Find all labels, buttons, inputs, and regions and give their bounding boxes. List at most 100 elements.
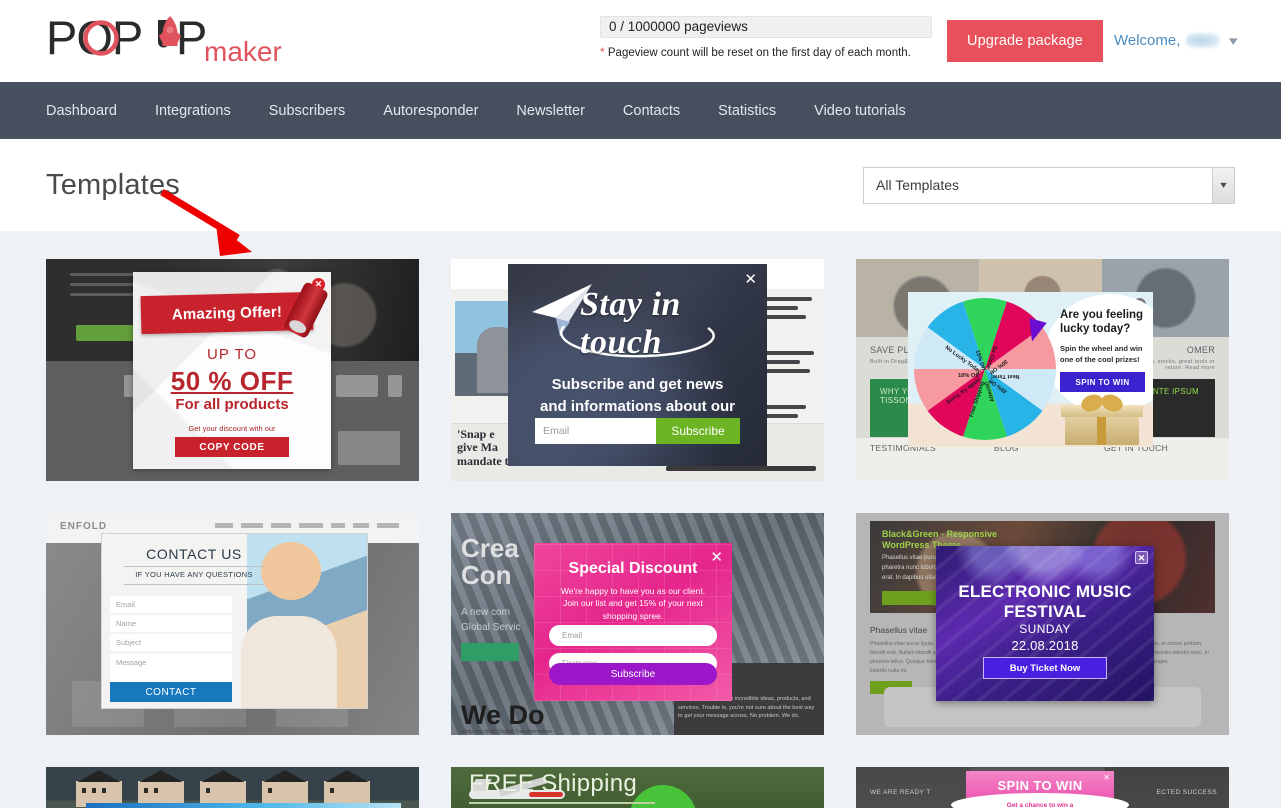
username-redacted — [1186, 33, 1221, 48]
asterisk-icon: * — [600, 45, 605, 59]
background-wedo: We Do — [461, 700, 545, 730]
free-word: FREE — [469, 770, 535, 797]
popup-preview-spin-pink: SPIN TO WIN Get a chance to win a big di… — [951, 771, 1129, 808]
templates-grid-partial-row: ✕ FREE Shipping On purchases of $80 ✕ WE… — [0, 767, 1281, 808]
close-icon[interactable]: ✕ — [1103, 773, 1110, 782]
ribbon-text: Amazing Offer! — [171, 303, 283, 323]
popup-subtitle-line1: Get a chance to win a — [1006, 802, 1074, 808]
popup-preview-night: ✕ — [86, 803, 401, 808]
template-filter-select[interactable]: All Templates ▾ — [863, 166, 1235, 204]
bg-heading-line1: Crea — [461, 533, 519, 563]
select-dropdown-button[interactable]: ▾ — [1212, 167, 1234, 203]
template-card-spin-to-win[interactable]: SAVE PLENTY OMER Built-in Drag&Drop Page… — [856, 259, 1229, 481]
subscribe-form: Email Subscribe — [535, 418, 740, 444]
template-card-night-houses[interactable]: ✕ — [46, 767, 419, 808]
template-card-music-festival[interactable]: Black&Green - Responsive WordPress Theme… — [856, 513, 1229, 735]
popup-subtitle-line2: Join our list and get 15% of your next — [563, 598, 703, 609]
popup-subtitle-line1: We're happy to have you as our client. — [560, 586, 706, 596]
bg-heading-line2: Con — [461, 560, 512, 591]
popup-subtitle: Get a chance to win a big discount! — [978, 801, 1102, 808]
background-banner-left: WE ARE READY T — [870, 789, 931, 796]
chevron-down-icon: ▾ — [1220, 179, 1227, 191]
offer-discount: 50 % OFF — [170, 366, 294, 396]
popup-preview-music-festival: ✕ ELECTRONIC MUSIC FESTIVAL SUNDAY 22.08… — [936, 546, 1154, 701]
popup-title: Special Discount — [568, 560, 698, 577]
close-icon[interactable]: ✕ — [1135, 551, 1148, 564]
subject-input[interactable]: Subject — [110, 634, 232, 651]
popup-script-title: Stay in touch — [580, 286, 681, 361]
chevron-down-icon[interactable]: ▾ — [1229, 34, 1238, 47]
subscribe-button[interactable]: Subscribe — [549, 663, 717, 685]
free-shipping-heading: FREE Shipping — [469, 770, 637, 798]
nav-item-contacts[interactable]: Contacts — [623, 103, 680, 119]
svg-text:P: P — [176, 14, 207, 64]
ribbon-roll-decoration — [282, 281, 330, 340]
template-filter-value: All Templates — [876, 177, 960, 193]
enfold-site-logo: ENFOLD — [60, 521, 108, 532]
pageview-meter: 0 / 1000000 pageviews * Pageview count w… — [600, 16, 932, 59]
event-day: SUNDAY — [1019, 622, 1071, 636]
popup-preview-contact-us: CONTACT US IF YOU HAVE ANY QUESTIONS Ema… — [101, 533, 368, 709]
upgrade-package-button[interactable]: Upgrade package — [947, 20, 1103, 62]
page-title: Templates — [46, 168, 180, 201]
background-heading: Crea Con — [461, 533, 519, 591]
template-preview-background — [46, 767, 419, 808]
offer-ribbon: Amazing Offer! — [140, 281, 330, 340]
nav-item-autoresponder[interactable]: Autoresponder — [383, 103, 478, 119]
popup-preview-spin-to-win: ✕ Free ShippingSorry, try again10% OffNo… — [908, 292, 1153, 447]
popup-title-line2: FESTIVAL — [1003, 601, 1087, 621]
template-card-stay-in-touch[interactable]: 'Snap e give Ma mandate to deliver ✕ Stay … — [451, 259, 824, 481]
nav-item-video-tutorials[interactable]: Video tutorials — [814, 103, 906, 119]
svg-text:maker: maker — [204, 36, 282, 67]
popup-subtitle: Spin the wheel and win one of the cool p… — [1060, 344, 1143, 364]
template-card-contact-us[interactable]: ENFOLD CONTACT US IF YOU HAVE ANY QUESTI… — [46, 513, 419, 735]
template-card-amazing-offer[interactable]: ✕ Amazing Offer! UP TO 50 % OFF For all … — [46, 259, 419, 481]
svg-text:POP: POP — [46, 14, 142, 64]
popup-title: Are you feeling lucky today? — [1060, 309, 1144, 336]
close-icon[interactable]: ✕ — [744, 272, 757, 287]
name-input[interactable]: Name — [110, 615, 232, 632]
subscribe-button[interactable]: Subscribe — [656, 418, 740, 444]
nav-item-dashboard[interactable]: Dashboard — [46, 103, 117, 119]
nav-item-integrations[interactable]: Integrations — [155, 103, 231, 119]
background-banner-right: ECTED SUCCESS — [1156, 789, 1217, 796]
buy-ticket-button[interactable]: Buy Ticket Now — [983, 657, 1107, 679]
nav-item-newsletter[interactable]: Newsletter — [516, 103, 585, 119]
template-card-special-discount[interactable]: Crea Con A new com Global Servic world to… — [451, 513, 824, 735]
popup-title: SPIN TO WIN — [997, 778, 1083, 793]
templates-grid: ✕ Amazing Offer! UP TO 50 % OFF For all … — [0, 231, 1281, 735]
offer-scope: For all products — [175, 396, 289, 413]
pageview-note: * Pageview count will be reset on the fi… — [600, 45, 932, 59]
popupmaker-logo[interactable]: POP P maker — [46, 12, 286, 70]
popup-subtitle-line3: shopping spree. — [602, 610, 664, 621]
spin-to-win-button[interactable]: SPIN TO WIN — [1060, 372, 1145, 392]
popup-subtitle-line1: Subscribe and get news — [551, 376, 724, 393]
template-card-free-shipping[interactable]: FREE Shipping On purchases of $80 ✕ — [451, 767, 824, 808]
popup-preview-stay-in-touch: ✕ Stay in touch Subscribe and get news a… — [508, 264, 767, 466]
offer-upto: UP TO — [206, 346, 258, 363]
popup-title: ELECTRONIC MUSIC FESTIVAL — [936, 582, 1154, 621]
popup-preview-amazing-offer: ✕ Amazing Offer! UP TO 50 % OFF For all … — [133, 272, 331, 469]
popup-title: CONTACT US — [146, 546, 242, 562]
contact-button[interactable]: CONTACT — [110, 682, 232, 702]
logo-graphic: POP P maker — [46, 14, 282, 67]
email-input[interactable]: Email — [110, 596, 232, 613]
pageview-note-text: Pageview count will be reset on the firs… — [607, 47, 911, 59]
photo-decoration — [241, 534, 367, 708]
nav-item-statistics[interactable]: Statistics — [718, 103, 776, 119]
event-date: 22.08.2018 — [1011, 638, 1079, 653]
user-menu[interactable]: Welcome, ▾ — [1114, 32, 1238, 49]
top-header: POP P maker 0 / 1000000 pageviews * Page… — [0, 0, 1281, 82]
page-header: Templates All Templates ▾ — [0, 139, 1281, 231]
popup-preview-special-discount: ✕ Special Discount We're happy to have y… — [534, 543, 732, 701]
nav-item-subscribers[interactable]: Subscribers — [269, 103, 346, 119]
email-input[interactable]: Email — [549, 625, 717, 646]
gift-box-icon — [1061, 391, 1143, 445]
welcome-label: Welcome, — [1114, 32, 1181, 49]
main-navigation: Dashboard Integrations Subscribers Autor… — [0, 82, 1281, 139]
email-input[interactable]: Email — [535, 418, 656, 444]
template-card-spin-to-win-pink[interactable]: WE ARE READY T ECTED SUCCESS SPIN TO WIN… — [856, 767, 1229, 808]
message-textarea[interactable]: Message — [110, 654, 232, 684]
copy-code-button[interactable]: COPY CODE — [175, 437, 289, 457]
popup-subtitle: IF YOU HAVE ANY QUESTIONS — [135, 570, 253, 579]
